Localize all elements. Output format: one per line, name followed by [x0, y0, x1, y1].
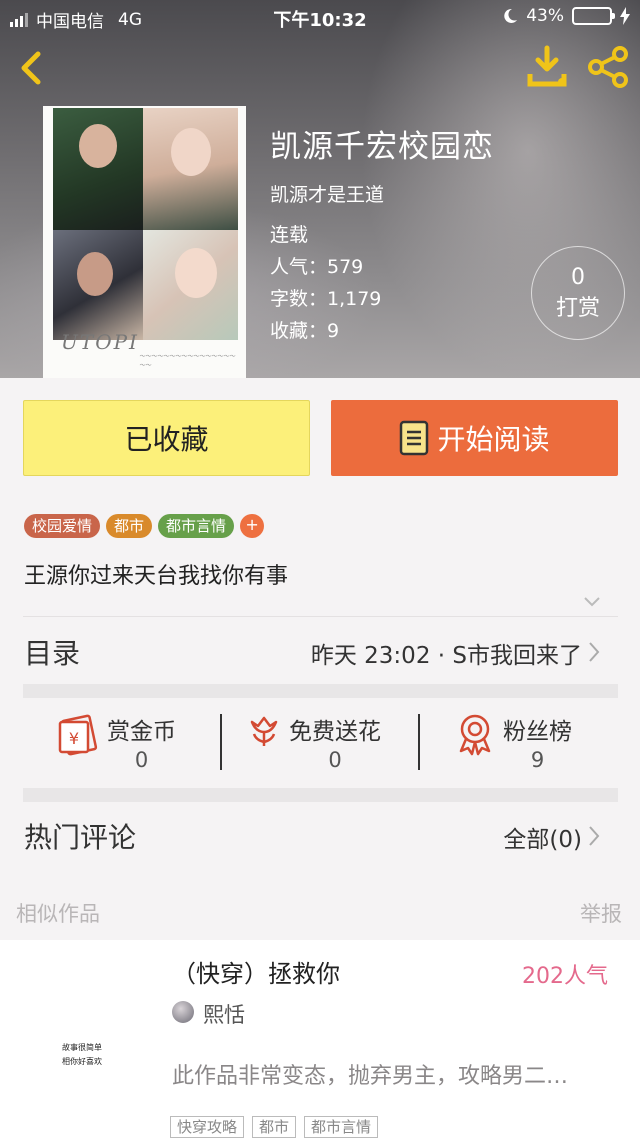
svg-text:¥: ¥: [69, 729, 79, 748]
battery-icon: [572, 7, 615, 25]
start-reading-label: 开始阅读: [437, 423, 550, 456]
flower-icon: [250, 716, 278, 746]
similar-works-heading: 相似作品: [16, 902, 100, 926]
card-tag: 都市: [252, 1116, 297, 1138]
download-button[interactable]: [524, 44, 570, 90]
card-tag: 都市言情: [304, 1116, 379, 1138]
coin-reward-label: 赏金币: [107, 719, 176, 745]
free-flower-stat[interactable]: 免费送花 0: [247, 712, 381, 772]
favorited-label: 已收藏: [124, 423, 209, 456]
similar-work-tags: 快穿攻略 都市 都市言情: [170, 1116, 379, 1138]
coin-reward-value: 0: [134, 748, 149, 772]
similar-work-popularity: 202人气: [522, 964, 608, 989]
cover-lettering: UTOPI: [61, 330, 139, 354]
book-info: 凯源千宏校园恋 凯源才是王道 连载 人气：579 字数：1,179 收藏：9: [270, 126, 494, 347]
book-popularity: 人气：579: [270, 256, 364, 278]
book-cover[interactable]: UTOPI ～～～～～～～～～～～～～～～～～～: [43, 106, 246, 378]
similar-work-title: （快穿）拯救你: [172, 960, 340, 988]
catalog-label: 目录: [24, 637, 81, 670]
add-tag-button[interactable]: +: [240, 514, 265, 538]
reward-button[interactable]: 0 打赏: [531, 246, 625, 340]
similar-work-author: 熙恬: [203, 1003, 245, 1027]
back-button[interactable]: [14, 46, 54, 90]
tag-campus-romance[interactable]: 校园爱情: [24, 514, 101, 538]
hot-comments-label: 热门评论: [24, 821, 137, 854]
all-comments-link[interactable]: 全部(0): [503, 820, 582, 854]
cover-line: 相你好喜欢: [62, 1057, 102, 1066]
stat-divider: [418, 714, 420, 770]
section-separator: [23, 788, 618, 802]
cover-line: 故事很简单: [62, 1043, 102, 1052]
stat-divider: [220, 714, 222, 770]
book-description: 王源你过来天台我找你有事: [24, 564, 289, 589]
start-reading-button[interactable]: 开始阅读: [331, 400, 618, 476]
book-word-count: 字数：1,179: [270, 288, 382, 310]
free-flower-value: 0: [328, 748, 342, 772]
status-bar: 中国电信 4G 下午10:32 43%: [0, 0, 640, 36]
similar-work-card[interactable]: 故事很简单 相你好喜欢 （快穿）拯救你 202人气 熙恬 此作品非常变态，抛弃男…: [0, 940, 640, 1138]
share-button[interactable]: [584, 44, 632, 90]
coin-envelope-icon: ¥: [58, 714, 98, 756]
chevron-left-icon: [21, 51, 41, 85]
book-status: 连载: [270, 224, 309, 246]
fan-ranking-label: 粉丝榜: [503, 719, 572, 745]
book-author[interactable]: 凯源才是王道: [270, 180, 494, 207]
download-icon: [527, 45, 567, 87]
reward-count: 0: [571, 265, 585, 290]
divider: [23, 616, 618, 617]
share-icon: [588, 46, 628, 88]
expand-chevron-icon[interactable]: [582, 594, 602, 608]
reward-label: 打赏: [555, 296, 600, 321]
moon-icon: [504, 8, 518, 23]
battery-percent: 43%: [526, 6, 564, 26]
coin-reward-stat[interactable]: ¥ 赏金币 0: [57, 712, 176, 772]
medal-icon: [459, 714, 491, 756]
book-title: 凯源千宏校园恋: [270, 129, 494, 165]
tag-list: 校园爱情 都市 都市言情 +: [24, 514, 265, 538]
book-icon: [400, 420, 429, 456]
card-tag: 快穿攻略: [170, 1116, 245, 1138]
section-separator: [23, 684, 618, 698]
chevron-right-icon: [589, 642, 600, 662]
support-stats: ¥ 赏金币 0 免费送花 0 粉丝榜 9: [23, 700, 618, 786]
latest-chapter: 昨天 23:02 · S市我回来了: [310, 643, 582, 669]
fan-ranking-stat[interactable]: 粉丝榜 9: [455, 712, 572, 772]
charging-icon: [620, 7, 630, 25]
cover-fine-print: ～～～～～～～～～～～～～～～～～～: [139, 353, 236, 369]
similar-work-cover: 故事很简单 相你好喜欢: [30, 956, 148, 1126]
book-favorites: 收藏：9: [270, 320, 340, 342]
chevron-right-icon: [589, 826, 600, 846]
avatar: [172, 1001, 194, 1023]
tag-urban[interactable]: 都市: [106, 514, 153, 538]
free-flower-label: 免费送花: [289, 719, 381, 745]
fan-ranking-value: 9: [530, 748, 545, 772]
similar-work-description: 此作品非常变态，抛弃男主，攻略男二…: [172, 1064, 569, 1089]
favorited-button[interactable]: 已收藏: [23, 400, 310, 476]
report-link[interactable]: 举报: [580, 898, 622, 928]
tag-urban-romance[interactable]: 都市言情: [158, 514, 235, 538]
